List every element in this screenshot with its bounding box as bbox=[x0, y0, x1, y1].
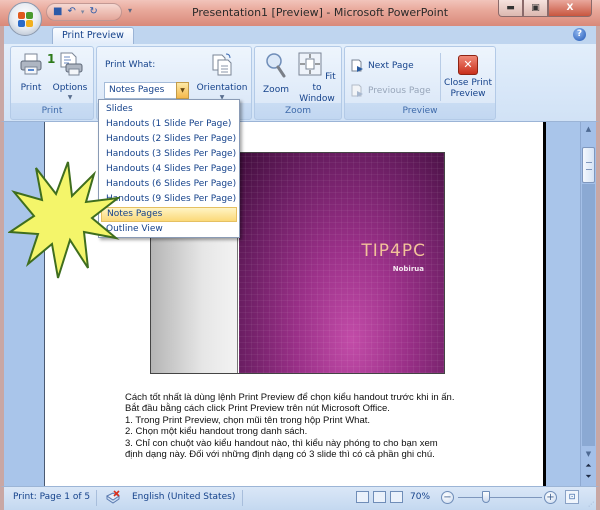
preview-group: Next Page Previous Page ✕ Close Print Pr… bbox=[344, 46, 496, 120]
previous-page-label: Previous Page bbox=[368, 85, 431, 96]
menu-item-handouts-9[interactable]: Handouts (9 Slides Per Page) bbox=[101, 192, 237, 207]
next-page-button[interactable]: Next Page bbox=[351, 59, 414, 72]
previous-page-icon bbox=[351, 84, 363, 97]
notes-line: định dạng này. Đối với những định dạng c… bbox=[125, 449, 435, 461]
options-button-label: Options bbox=[52, 83, 88, 93]
menu-item-handouts-6[interactable]: Handouts (6 Slides Per Page) bbox=[101, 177, 237, 192]
zoom-group: Zoom Fit to Window Zoom bbox=[254, 46, 342, 120]
slide-title: TIP4PC bbox=[361, 241, 426, 261]
print-button-label: Print bbox=[20, 83, 42, 93]
notes-line: 2. Chọn một kiểu handout trong danh sách… bbox=[125, 426, 308, 438]
menu-item-notes-pages[interactable]: Notes Pages bbox=[101, 207, 237, 222]
maximize-icon: ▣ bbox=[531, 3, 540, 13]
slide-subtitle: Nobirua bbox=[392, 265, 424, 273]
zoom-button-label: Zoom bbox=[263, 85, 289, 95]
zoom-button[interactable]: Zoom bbox=[259, 52, 293, 96]
normal-view-icon[interactable] bbox=[356, 491, 369, 503]
zoom-level[interactable]: 70% bbox=[410, 492, 430, 502]
next-page-scroll-icon[interactable]: ⏷ bbox=[581, 472, 596, 481]
maximize-button[interactable]: ▣ bbox=[523, 0, 548, 17]
print-options-icon bbox=[60, 52, 83, 76]
print-what-select[interactable]: Notes Pages ▼ bbox=[104, 82, 189, 99]
scroll-up-icon[interactable]: ▲ bbox=[581, 125, 596, 133]
minimize-button[interactable]: ▬ bbox=[498, 0, 523, 17]
slide-sorter-view-icon[interactable] bbox=[373, 491, 386, 503]
previous-page-scroll-icon[interactable]: ⏶ bbox=[581, 461, 596, 470]
close-print-preview-line2: Preview bbox=[450, 89, 486, 99]
office-button[interactable] bbox=[8, 2, 42, 36]
status-bar: Print: Page 1 of 5 English (United State… bbox=[0, 486, 600, 510]
close-button[interactable]: X bbox=[548, 0, 592, 17]
vertical-scrollbar[interactable]: ▲ ▼ ⏶ ⏷ bbox=[580, 122, 596, 486]
menu-item-handouts-3[interactable]: Handouts (3 Slides Per Page) bbox=[101, 147, 237, 162]
chevron-down-icon: ▼ bbox=[67, 94, 73, 101]
close-print-preview-line1: Close Print bbox=[443, 78, 493, 88]
spelling-check-icon[interactable] bbox=[105, 490, 121, 508]
zoom-in-icon[interactable]: + bbox=[544, 491, 557, 504]
page-indicator: Print: Page 1 of 5 bbox=[13, 492, 91, 502]
notes-line: 1. Trong Print Preview, chọn mũi tên tro… bbox=[125, 414, 371, 426]
scroll-thumb[interactable] bbox=[582, 147, 595, 183]
printer-icon bbox=[20, 53, 42, 75]
print-what-label: Print What: bbox=[105, 60, 156, 70]
resize-grip-icon[interactable]: ⋰ bbox=[588, 501, 594, 508]
help-icon[interactable]: ? bbox=[573, 28, 586, 41]
notes-line: 3. Chỉ con chuột vào kiểu handout nào, t… bbox=[125, 437, 438, 449]
speaker-notes: Cách tốt nhất là dùng lệnh Print Preview… bbox=[125, 392, 485, 460]
fit-to-window-icon bbox=[298, 52, 322, 76]
options-button[interactable]: Options ▼ bbox=[51, 52, 89, 101]
slide-show-view-icon[interactable] bbox=[390, 491, 403, 503]
orientation-button-label: Orientation bbox=[196, 83, 248, 93]
slide-background: TIP4PC Nobirua bbox=[239, 153, 444, 373]
language-indicator[interactable]: English (United States) bbox=[132, 492, 235, 502]
scroll-track[interactable] bbox=[582, 184, 595, 446]
fit-slide-to-window-icon[interactable]: ⊡ bbox=[565, 490, 579, 504]
menu-item-handouts-4[interactable]: Handouts (4 Slides Per Page) bbox=[101, 162, 237, 177]
menu-item-handouts-2[interactable]: Handouts (2 Slides Per Page) bbox=[101, 132, 237, 147]
status-separator bbox=[96, 490, 97, 506]
orientation-icon bbox=[212, 53, 232, 76]
minimize-icon: ▬ bbox=[506, 3, 515, 13]
zoom-slider-track[interactable] bbox=[458, 497, 542, 498]
starburst-shape bbox=[8, 161, 120, 279]
print-button[interactable]: Print bbox=[16, 52, 46, 94]
fit-to-window-label-line2: Window bbox=[299, 94, 335, 104]
orientation-button[interactable]: Orientation ▼ bbox=[194, 52, 250, 101]
ribbon-tab-row: Print Preview ? bbox=[0, 26, 600, 45]
office-logo-icon bbox=[18, 12, 33, 27]
print-what-value: Notes Pages bbox=[109, 85, 165, 95]
ribbon: Print Options ▼ Print Print What: Notes … bbox=[0, 44, 600, 122]
zoom-slider-thumb[interactable] bbox=[482, 491, 490, 503]
preview-group-label: Preview bbox=[402, 106, 438, 116]
scroll-down-icon[interactable]: ▼ bbox=[581, 450, 596, 458]
close-icon: X bbox=[566, 3, 574, 13]
menu-item-outline-view[interactable]: Outline View bbox=[101, 222, 237, 237]
callout-number: 1 bbox=[47, 52, 56, 66]
zoom-out-icon[interactable]: − bbox=[441, 491, 454, 504]
tab-print-preview[interactable]: Print Preview bbox=[52, 27, 134, 45]
window-controls: ▬ ▣ X bbox=[498, 0, 592, 17]
magnifier-icon bbox=[266, 53, 286, 78]
notes-line: Bắt đầu bằng cách click Print Preview tr… bbox=[125, 403, 390, 415]
menu-item-slides[interactable]: Slides bbox=[101, 102, 237, 117]
zoom-group-label: Zoom bbox=[285, 106, 311, 116]
title-bar: ■ ↶ ▾ ↻ ▾ Presentation1 [Preview] - Micr… bbox=[0, 0, 600, 26]
next-page-label: Next Page bbox=[368, 60, 414, 71]
starburst-callout bbox=[8, 161, 120, 279]
previous-page-button[interactable]: Previous Page bbox=[351, 84, 431, 97]
status-separator bbox=[242, 490, 243, 506]
menu-item-handouts-1[interactable]: Handouts (1 Slide Per Page) bbox=[101, 117, 237, 132]
close-preview-icon: ✕ bbox=[458, 55, 478, 75]
next-page-icon bbox=[351, 59, 363, 72]
dropdown-arrow-icon[interactable]: ▼ bbox=[176, 82, 189, 99]
print-group-label: Print bbox=[41, 106, 63, 116]
notes-line: Cách tốt nhất là dùng lệnh Print Preview… bbox=[125, 392, 455, 403]
fit-to-window-button[interactable]: Fit to Window bbox=[295, 52, 339, 105]
close-print-preview-button[interactable]: ✕ Close Print Preview bbox=[441, 55, 495, 100]
